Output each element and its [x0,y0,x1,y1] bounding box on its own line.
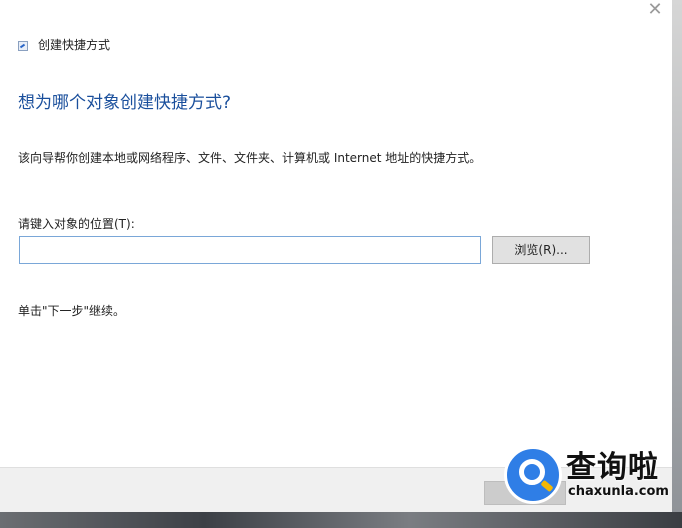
background-window-edge [672,0,682,512]
browse-button[interactable]: 浏览(R)... [492,236,590,264]
watermark: 查询啦 chaxunla.com [504,440,674,508]
close-button[interactable]: ✕ [638,0,672,22]
shortcut-icon [18,41,28,51]
continue-hint: 单击"下一步"继续。 [18,304,126,318]
location-label: 请键入对象的位置(T): [18,217,135,231]
wizard-description: 该向导帮你创建本地或网络程序、文件、文件夹、计算机或 Internet 地址的快… [18,151,482,165]
watermark-logo-icon [504,446,562,504]
watermark-domain: chaxunla.com [568,484,669,499]
desktop-background [0,512,682,528]
watermark-brand: 查询啦 [566,450,659,485]
close-icon: ✕ [647,0,663,20]
window-title: 创建快捷方式 [38,38,111,52]
create-shortcut-dialog: ✕ 创建快捷方式 想为哪个对象创建快捷方式? 该向导帮你创建本地或网络程序、文件… [0,0,672,513]
location-input[interactable] [19,236,481,264]
page-heading: 想为哪个对象创建快捷方式? [18,93,232,113]
